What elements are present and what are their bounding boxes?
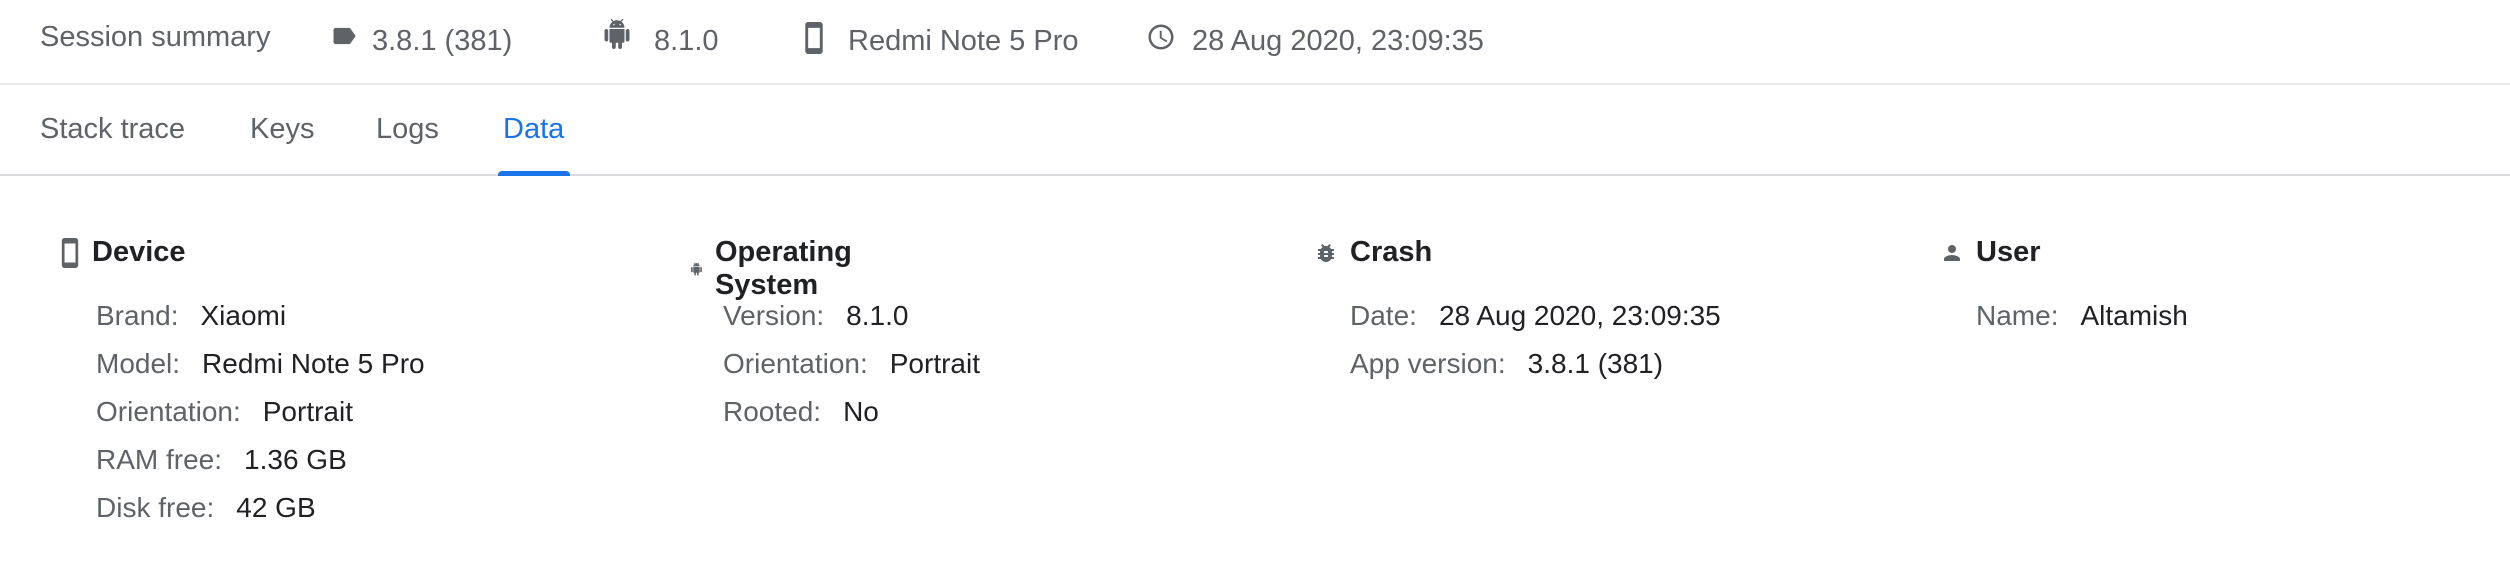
device-disk-row: Disk free: 42 GB	[96, 492, 316, 524]
device-section-header: Device	[60, 236, 186, 269]
tab-stack-trace[interactable]: Stack trace	[40, 85, 185, 174]
field-value: 42 GB	[236, 492, 316, 523]
clock-icon	[1148, 24, 1174, 49]
field-value: No	[843, 396, 879, 427]
tab-logs[interactable]: Logs	[376, 85, 439, 174]
device-brand-row: Brand: Xiaomi	[96, 300, 286, 332]
label-tag-icon	[333, 27, 356, 44]
person-icon	[1944, 244, 1960, 261]
user-name-row: Name: Altamish	[1976, 300, 2188, 332]
device-ram-row: RAM free: 1.36 GB	[96, 444, 347, 476]
os-version-row: Version: 8.1.0	[723, 300, 908, 332]
device-chip: Redmi Note 5 Pro	[803, 0, 1079, 83]
crash-section-title: Crash	[1350, 236, 1433, 268]
data-panel: Device Brand: Xiaomi Model: Redmi Note 5 P…	[0, 176, 2510, 582]
smartphone-icon	[805, 21, 823, 54]
crash-section-header: Crash	[1314, 236, 1432, 269]
field-value: Redmi Note 5 Pro	[202, 348, 425, 379]
os-orientation-row: Orientation: Portrait	[723, 348, 980, 380]
field-label: Rooted:	[723, 396, 822, 427]
field-value: Portrait	[262, 396, 353, 427]
bug-icon	[1318, 243, 1334, 262]
smartphone-icon	[61, 237, 79, 268]
tab-bar: Stack trace Keys Logs Data	[0, 85, 2510, 176]
device-section-title: Device	[92, 236, 186, 268]
app-version-text: 3.8.1 (381)	[372, 25, 513, 57]
field-label: Model:	[96, 348, 181, 379]
android-icon	[604, 18, 630, 49]
field-label: Orientation:	[96, 396, 241, 427]
crash-app-version-row: App version: 3.8.1 (381)	[1350, 348, 1663, 380]
device-orientation-row: Orientation: Portrait	[96, 396, 353, 428]
timestamp-chip: 28 Aug 2020, 23:09:35	[1146, 0, 1484, 83]
field-label: Date:	[1350, 300, 1417, 331]
timestamp-text: 28 Aug 2020, 23:09:35	[1192, 25, 1484, 57]
field-value: Xiaomi	[200, 300, 287, 331]
field-label: Orientation:	[723, 348, 868, 379]
android-icon	[691, 262, 702, 276]
field-value: 8.1.0	[846, 300, 909, 331]
field-label: Name:	[1976, 300, 2059, 331]
app-version-chip: 3.8.1 (381)	[330, 0, 512, 83]
field-label: App version:	[1350, 348, 1506, 379]
field-label: Brand:	[96, 300, 179, 331]
user-section-header: User	[1940, 236, 2041, 269]
field-label: Disk free:	[96, 492, 215, 523]
device-model-row: Model: Redmi Note 5 Pro	[96, 348, 425, 380]
field-label: Version:	[723, 300, 825, 331]
os-section-title: Operating System	[714, 236, 852, 301]
os-rooted-row: Rooted: No	[723, 396, 879, 428]
field-value: 1.36 GB	[244, 444, 347, 475]
session-summary-title: Session summary	[40, 21, 271, 53]
field-value: Portrait	[889, 348, 980, 379]
os-version-text: 8.1.0	[654, 25, 719, 57]
field-value: Altamish	[2080, 300, 2188, 331]
field-value: 28 Aug 2020, 23:09:35	[1438, 300, 1721, 331]
field-value: 3.8.1 (381)	[1527, 348, 1664, 379]
os-version-chip: 8.1.0	[602, 0, 719, 83]
session-summary-bar: Session summary 3.8.1 (381) 8.1.0 Redmi …	[0, 0, 2510, 85]
tab-keys[interactable]: Keys	[250, 85, 314, 174]
device-text: Redmi Note 5 Pro	[848, 25, 1079, 57]
crash-date-row: Date: 28 Aug 2020, 23:09:35	[1350, 300, 1721, 332]
tab-data[interactable]: Data	[503, 85, 564, 174]
os-section-header: Operating System	[690, 236, 861, 302]
field-label: RAM free:	[96, 444, 223, 475]
user-section-title: User	[1976, 236, 2041, 268]
